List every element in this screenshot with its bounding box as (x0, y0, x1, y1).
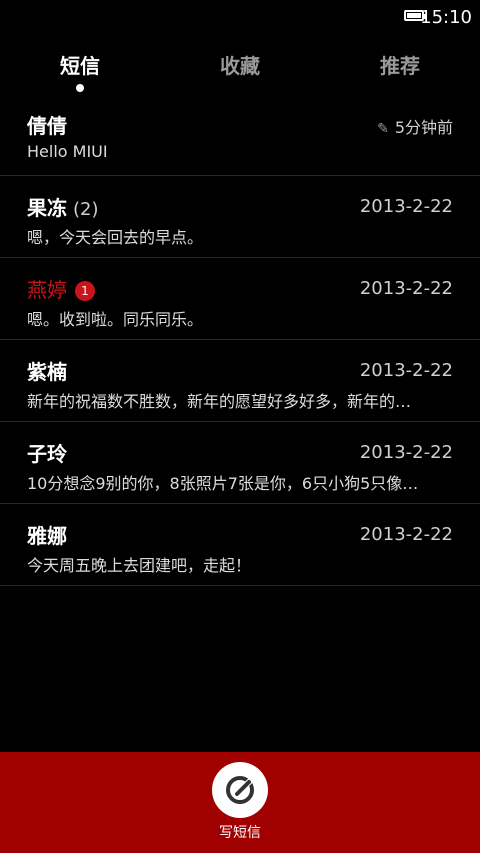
tab-bar: 短信 收藏 推荐 (0, 36, 480, 94)
message-time: 2013-2-22 (359, 524, 453, 545)
compose-label: 写短信 (219, 825, 261, 841)
tab-recommended[interactable]: 推荐 (380, 50, 420, 79)
contact-name: 紫楠 (27, 360, 67, 384)
message-time: 2013-2-22 (359, 360, 453, 381)
message-preview: Hello MIUI (27, 142, 108, 161)
bottom-action-bar: 写短信 (0, 752, 480, 853)
conversation-row[interactable]: 紫楠 2013-2-22 新年的祝福数不胜数，新年的愿望好多好多，新年的… (0, 340, 480, 422)
conversation-list: 倩倩 ✎ 5分钟前 Hello MIUI 果冻 (2) 2013-2-22 嗯，今天… (0, 94, 480, 586)
status-time: 15:10 (420, 7, 472, 28)
conversation-row[interactable]: 雅娜 2013-2-22 今天周五晚上去团建吧，走起！ (0, 504, 480, 586)
contact-name-group: 燕婷 1 (27, 274, 95, 303)
draft-indicator: ✎ 5分钟前 (377, 114, 453, 138)
contact-name: 子玲 (27, 442, 67, 466)
tab-messages[interactable]: 短信 (60, 50, 100, 92)
contact-name: 倩倩 (27, 114, 67, 138)
tab-label: 推荐 (380, 54, 420, 78)
active-tab-indicator (76, 84, 84, 92)
pencil-icon: ✎ (377, 121, 389, 137)
compose-icon (226, 776, 254, 804)
contact-name: 燕婷 (27, 278, 67, 302)
message-count: (2) (73, 199, 99, 220)
conversation-row[interactable]: 果冻 (2) 2013-2-22 嗯，今天会回去的早点。 (0, 176, 480, 258)
tab-label: 收藏 (220, 54, 260, 78)
message-time: 2013-2-22 (359, 196, 453, 217)
message-preview: 嗯，今天会回去的早点。 (27, 228, 204, 247)
message-time: 2013-2-22 (359, 278, 453, 299)
message-preview: 今天周五晚上去团建吧，走起！ (27, 556, 252, 575)
contact-name: 果冻 (27, 196, 67, 220)
message-preview: 10分想念9别的你，8张照片7张是你，6只小狗5只像… (27, 474, 419, 493)
tab-label: 短信 (60, 54, 100, 78)
contact-name-group: 果冻 (2) (27, 192, 99, 221)
tab-favorites[interactable]: 收藏 (220, 50, 260, 79)
message-time: 5分钟前 (394, 118, 453, 137)
conversation-row[interactable]: 倩倩 ✎ 5分钟前 Hello MIUI (0, 94, 480, 176)
message-time: 2013-2-22 (359, 442, 453, 463)
unread-badge: 1 (75, 281, 95, 301)
conversation-row[interactable]: 燕婷 1 2013-2-22 嗯。收到啦。同乐同乐。 (0, 258, 480, 340)
contact-name: 雅娜 (27, 524, 67, 548)
conversation-row[interactable]: 子玲 2013-2-22 10分想念9别的你，8张照片7张是你，6只小狗5只像… (0, 422, 480, 504)
message-preview: 嗯。收到啦。同乐同乐。 (27, 310, 204, 329)
status-bar: 15:10 (0, 0, 480, 36)
compose-button[interactable] (212, 762, 268, 818)
message-preview: 新年的祝福数不胜数，新年的愿望好多好多，新年的… (27, 392, 412, 411)
